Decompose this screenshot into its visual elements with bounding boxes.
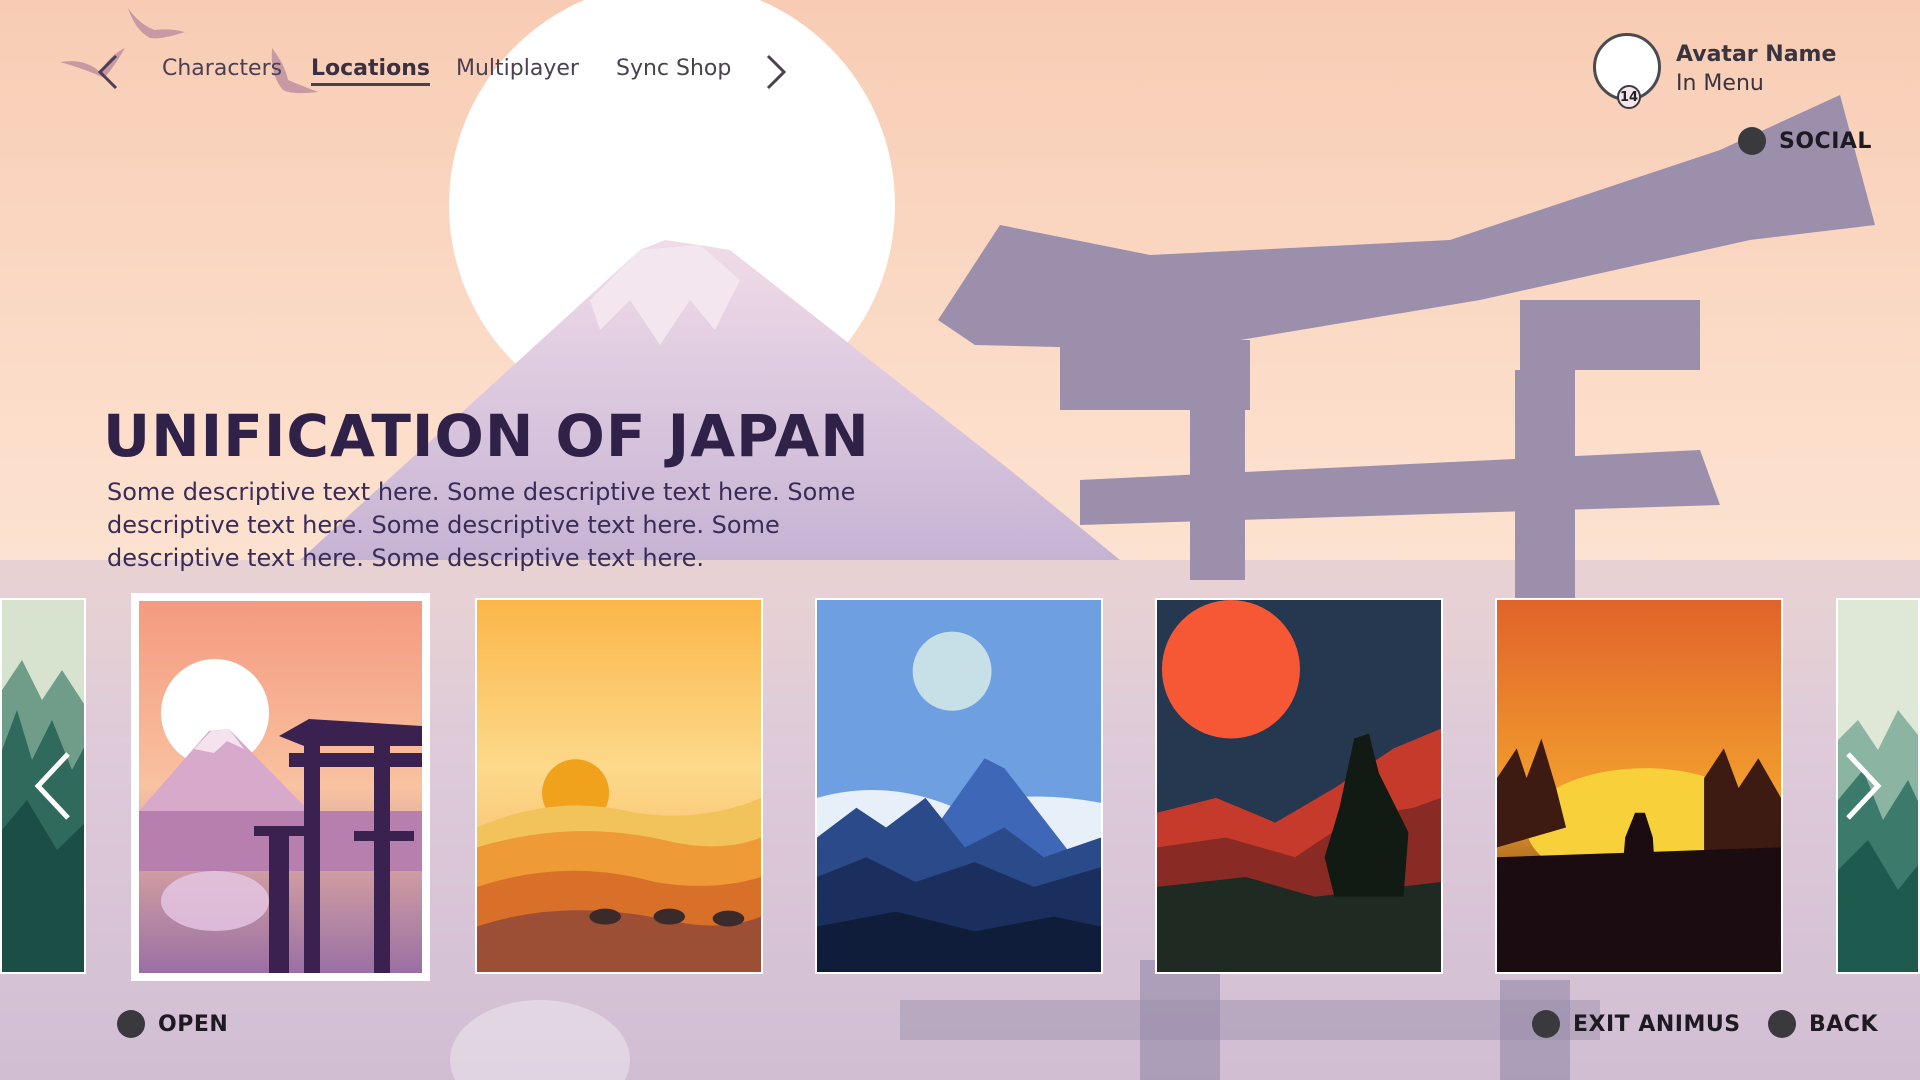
carousel-card[interactable]	[475, 598, 763, 974]
open-button[interactable]: OPEN	[117, 1010, 228, 1038]
carousel-prev-icon[interactable]	[28, 748, 78, 824]
tab-locations[interactable]: Locations	[311, 56, 430, 86]
button-circle-icon	[1768, 1010, 1796, 1038]
carousel-card[interactable]	[1495, 598, 1783, 974]
carousel-card-selected[interactable]	[131, 593, 430, 981]
back-button[interactable]: BACK	[1768, 1010, 1878, 1038]
social-label: SOCIAL	[1779, 128, 1872, 154]
forest-sunset-hunter-image	[1497, 600, 1781, 972]
level-badge: 14	[1617, 85, 1641, 109]
location-select-screen: Characters Locations Multiplayer Sync Sh…	[0, 0, 1920, 1080]
nav-next-icon[interactable]	[756, 50, 796, 94]
location-description: Some descriptive text here. Some descrip…	[107, 478, 856, 572]
profile-name: Avatar Name	[1676, 42, 1837, 67]
carousel-card[interactable]	[1155, 598, 1443, 974]
tab-characters[interactable]: Characters	[162, 56, 282, 81]
blue-mountain-moon-image	[817, 600, 1101, 972]
open-label: OPEN	[158, 1011, 229, 1037]
tab-multiplayer[interactable]: Multiplayer	[456, 56, 579, 81]
location-title: UNIFICATION OF JAPAN	[103, 402, 870, 470]
exit-animus-label: EXIT ANIMUS	[1573, 1011, 1741, 1037]
social-button[interactable]: SOCIAL	[1738, 127, 1872, 155]
nav-prev-icon[interactable]	[88, 50, 128, 94]
button-circle-icon	[1532, 1010, 1560, 1038]
button-circle-icon	[1738, 127, 1766, 155]
carousel-next-icon[interactable]	[1838, 748, 1888, 824]
desert-camels-image	[477, 600, 761, 972]
japan-torii-fuji-image	[139, 601, 422, 973]
button-circle-icon	[117, 1010, 145, 1038]
carousel-card[interactable]	[815, 598, 1103, 974]
back-label: BACK	[1809, 1011, 1878, 1037]
profile-status: In Menu	[1676, 71, 1764, 96]
tab-sync-shop[interactable]: Sync Shop	[616, 56, 731, 81]
exit-animus-button[interactable]: EXIT ANIMUS	[1532, 1010, 1741, 1038]
red-sun-warrior-image	[1157, 600, 1441, 972]
